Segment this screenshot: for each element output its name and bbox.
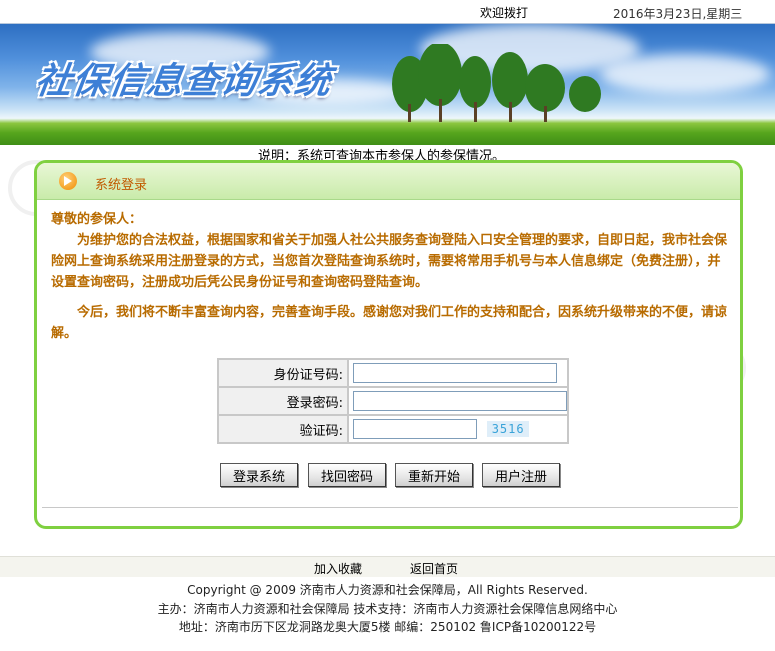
top-bar: 欢迎拨打 2016年3月23日,星期三 <box>0 0 775 24</box>
copyright-text: Copyright @ 2009 济南市人力资源和社会保障局，All Right… <box>187 583 588 597</box>
trees-illustration <box>392 44 601 122</box>
date-text: 2016年3月23日,星期三 <box>613 7 743 21</box>
arrow-right-icon <box>59 172 77 190</box>
captcha-label: 验证码: <box>217 414 349 444</box>
register-button[interactable]: 用户注册 <box>482 463 560 487</box>
id-label: 身份证号码: <box>217 358 349 388</box>
banner: 社保信息查询系统 <box>0 24 775 145</box>
announcement-paragraph-1: 为维护您的合法权益，根据国家和省关于加强人社公共服务查询登陆入口安全管理的要求，… <box>51 233 728 290</box>
captcha-image[interactable]: 3516 <box>487 421 530 437</box>
login-form: 身份证号码: 登录密码: 验证码: 3516 <box>217 358 569 444</box>
password-input[interactable] <box>353 391 567 411</box>
reset-button[interactable]: 重新开始 <box>395 463 473 487</box>
panel-header: 系统登录 <box>37 163 740 200</box>
password-row: 登录密码: <box>217 386 569 416</box>
announcement: 尊敬的参保人： 为维护您的合法权益，根据国家和省关于加强人社公共服务查询登陆入口… <box>51 209 727 344</box>
login-button[interactable]: 登录系统 <box>220 463 298 487</box>
login-panel: 系统登录 尊敬的参保人： 为维护您的合法权益，根据国家和省关于加强人社公共服务查… <box>34 160 743 529</box>
captcha-row: 验证码: 3516 <box>217 414 569 444</box>
footer-links: 加入收藏 返回首页 <box>0 556 775 577</box>
retrieve-password-button[interactable]: 找回密码 <box>308 463 386 487</box>
id-number-input[interactable] <box>353 363 557 383</box>
greeting: 尊敬的参保人： <box>51 212 143 227</box>
home-link[interactable]: 返回首页 <box>410 560 458 577</box>
address-text: 地址：济南市历下区龙洞路龙奥大厦5楼 邮编：250102 鲁ICP备102001… <box>178 620 597 634</box>
host-text: 主办：济南市人力资源和社会保障局 技术支持：济南市人力资源社会保障信息网络中心 <box>157 602 618 616</box>
panel-divider <box>42 507 738 508</box>
id-row: 身份证号码: <box>217 358 569 388</box>
password-label: 登录密码: <box>217 386 349 416</box>
captcha-input[interactable] <box>353 419 477 439</box>
welcome-text: 欢迎拨打 <box>480 6 529 20</box>
announcement-paragraph-2: 今后，我们将不断丰富查询内容，完善查询手段。感谢您对我们工作的支持和配合，因系统… <box>51 305 728 341</box>
add-favorite-link[interactable]: 加入收藏 <box>314 560 362 577</box>
banner-title: 社保信息查询系统 <box>32 61 335 102</box>
panel-title: 系统登录 <box>95 178 148 193</box>
